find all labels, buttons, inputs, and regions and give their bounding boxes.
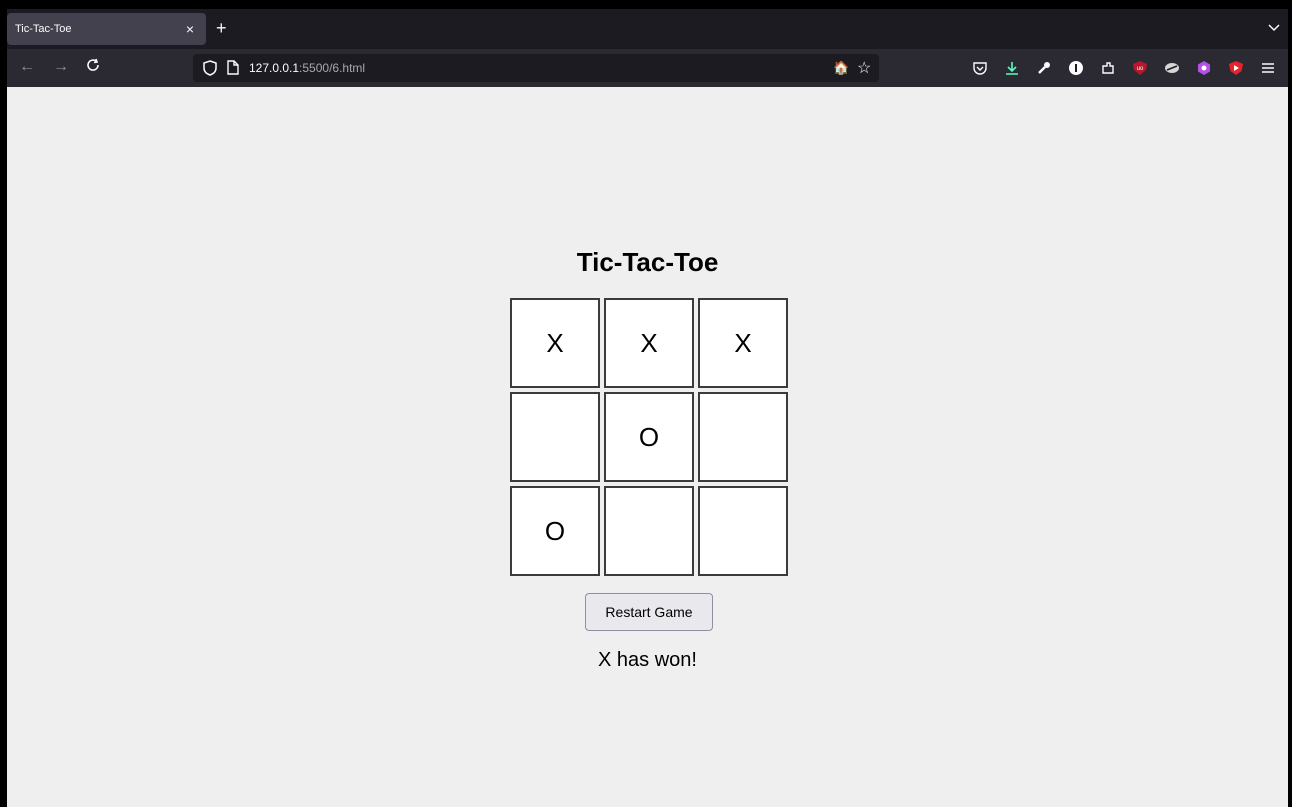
forward-button[interactable]: →: [53, 58, 69, 76]
restart-game-button[interactable]: Restart Game: [585, 593, 713, 631]
tab-title: Tic-Tac-Toe: [15, 23, 72, 35]
tab-strip: Tic-Tac-Toe × +: [7, 9, 1288, 49]
chevron-down-icon[interactable]: [1268, 21, 1280, 35]
ublock-icon[interactable]: uo: [1130, 58, 1150, 78]
page-icon[interactable]: [227, 60, 239, 80]
extensions-icon[interactable]: [1098, 58, 1118, 78]
back-button[interactable]: ←: [19, 58, 35, 76]
browser-window: Tic-Tac-Toe × + ← → 127.0.0.1:5500/6.htm…: [7, 9, 1288, 807]
reload-button[interactable]: [86, 58, 100, 77]
tab-tic-tac-toe[interactable]: Tic-Tac-Toe ×: [7, 13, 206, 45]
game-status: X has won!: [598, 649, 697, 671]
pocket-icon[interactable]: [970, 58, 990, 78]
extension-purple-icon[interactable]: [1194, 58, 1214, 78]
download-icon[interactable]: [1002, 58, 1022, 78]
board-cell[interactable]: X: [510, 298, 600, 388]
menu-icon[interactable]: [1258, 58, 1278, 78]
new-tab-button[interactable]: +: [216, 19, 227, 37]
extension-red-icon[interactable]: [1226, 58, 1246, 78]
board-cell[interactable]: [604, 486, 694, 576]
board-cell[interactable]: [698, 486, 788, 576]
board-cell[interactable]: X: [698, 298, 788, 388]
extension-icon[interactable]: [1162, 58, 1182, 78]
navigation-toolbar: ← → 127.0.0.1:5500/6.html 🏠 ☆ uo: [7, 49, 1288, 87]
page-content: Tic-Tac-Toe X X X O O Restart Game X has…: [7, 87, 1288, 807]
toolbar-icons: uo: [970, 58, 1278, 78]
close-icon[interactable]: ×: [182, 21, 198, 37]
board-cell[interactable]: [698, 392, 788, 482]
url-text[interactable]: 127.0.0.1:5500/6.html: [249, 61, 365, 75]
home-icon[interactable]: 🏠: [833, 60, 849, 76]
url-host: 127.0.0.1: [249, 61, 300, 75]
star-icon[interactable]: ☆: [857, 58, 871, 78]
address-bar[interactable]: 127.0.0.1:5500/6.html 🏠 ☆: [193, 54, 879, 82]
board-cell[interactable]: [510, 392, 600, 482]
board-cell[interactable]: O: [604, 392, 694, 482]
svg-text:uo: uo: [1137, 66, 1144, 72]
board-cell[interactable]: O: [510, 486, 600, 576]
wrench-icon[interactable]: [1034, 58, 1054, 78]
shield-icon[interactable]: [203, 60, 217, 81]
game-board: X X X O O: [510, 298, 792, 580]
url-path: :5500/6.html: [299, 61, 366, 75]
page-title: Tic-Tac-Toe: [576, 247, 719, 277]
board-cell[interactable]: X: [604, 298, 694, 388]
onepassword-icon[interactable]: [1066, 58, 1086, 78]
